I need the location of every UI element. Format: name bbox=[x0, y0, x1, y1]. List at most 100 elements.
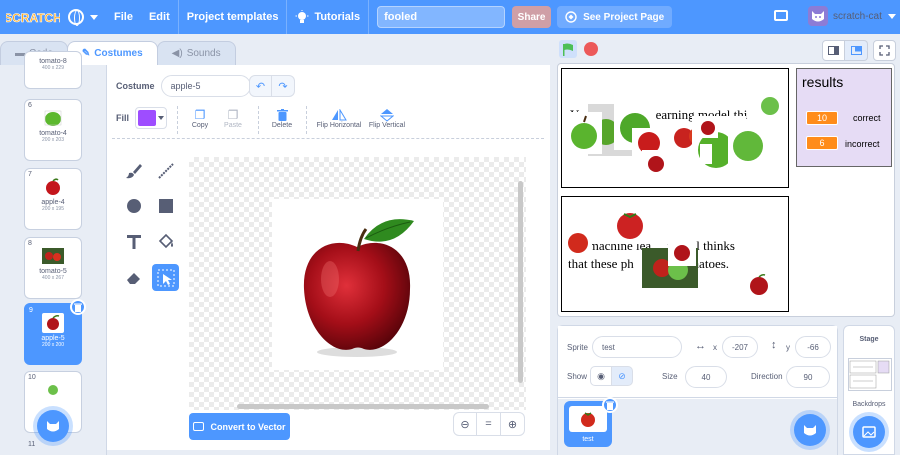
costume-item-selected[interactable]: 9 apple-5 200 x 200 bbox=[24, 299, 86, 365]
stop-button[interactable] bbox=[584, 42, 598, 56]
paint-editor: Costume ↶ ↷ Fill ❐ Copy ❐ Paste Delete F… bbox=[107, 65, 550, 450]
trash-icon bbox=[74, 303, 82, 312]
sprite-tile-selected[interactable]: test bbox=[564, 397, 618, 447]
small-stage-button[interactable] bbox=[822, 40, 845, 61]
fill-tool[interactable] bbox=[152, 228, 179, 255]
backdrop-image-icon bbox=[862, 426, 876, 438]
zoom-out-button[interactable]: ⊖ bbox=[453, 412, 477, 436]
fullscreen-button[interactable] bbox=[873, 40, 896, 61]
costume-name-input[interactable] bbox=[160, 75, 251, 97]
redo-button[interactable]: ↷ bbox=[272, 75, 295, 97]
zoom-in-button[interactable]: ⊕ bbox=[501, 412, 525, 436]
stage-sprite-image[interactable] bbox=[728, 122, 768, 166]
flip-vertical-button[interactable]: Flip Vertical bbox=[366, 107, 408, 129]
backdrops-label: Backdrops bbox=[852, 401, 886, 408]
canvas-vertical-scrollbar[interactable] bbox=[518, 181, 523, 383]
convert-to-vector-label: Convert to Vector bbox=[210, 421, 286, 432]
undo-icon: ↶ bbox=[255, 80, 266, 93]
avatar bbox=[808, 6, 828, 26]
direction-field[interactable]: 90 bbox=[786, 366, 830, 388]
brush-tool[interactable] bbox=[120, 157, 147, 184]
text-icon bbox=[126, 234, 141, 249]
stage-sprite-image[interactable] bbox=[698, 116, 718, 138]
delete-button[interactable]: Delete bbox=[267, 107, 297, 129]
scratch-logo-text: SCRATCH bbox=[6, 11, 60, 25]
line-tool[interactable] bbox=[152, 157, 179, 184]
fill-color-swatch bbox=[138, 110, 156, 126]
costume-item[interactable]: 6 tomato-4 200 x 203 bbox=[24, 99, 82, 161]
copy-button[interactable]: ❐ Copy bbox=[187, 107, 213, 130]
cursor-arrow-icon bbox=[157, 269, 174, 286]
my-stuff-folder-icon[interactable] bbox=[774, 10, 788, 21]
file-menu[interactable]: File bbox=[106, 0, 141, 34]
stage-sprite-image[interactable] bbox=[744, 270, 774, 300]
stage-target-pane[interactable]: Stage Backdrops bbox=[843, 325, 895, 455]
tab-sounds[interactable]: ◀) Sounds bbox=[156, 41, 236, 65]
eraser-tool[interactable] bbox=[120, 264, 147, 291]
stage-sprite-image[interactable] bbox=[564, 228, 592, 256]
see-project-page-button[interactable]: See Project Page bbox=[557, 6, 673, 28]
correct-counter: 10 bbox=[806, 111, 838, 125]
paint-canvas[interactable] bbox=[189, 157, 526, 410]
flip-vertical-label: Flip Vertical bbox=[368, 122, 406, 129]
costume-item[interactable]: tomato-8 400 x 229 bbox=[24, 51, 82, 89]
account-menu[interactable]: scratch-cat bbox=[808, 6, 896, 26]
undo-button[interactable]: ↶ bbox=[249, 75, 272, 97]
x-position-field[interactable]: -207 bbox=[722, 336, 758, 358]
stage-sprite-image[interactable] bbox=[566, 112, 602, 154]
delete-costume-button[interactable] bbox=[70, 299, 86, 315]
add-costume-button[interactable] bbox=[37, 410, 69, 442]
costume-thumbnail bbox=[42, 380, 64, 400]
fill-color-picker[interactable] bbox=[135, 107, 167, 129]
rectangle-tool[interactable] bbox=[152, 192, 179, 219]
circle-tool[interactable] bbox=[120, 192, 147, 219]
show-sprite-button[interactable]: ◉ bbox=[590, 366, 612, 386]
image-icon bbox=[193, 422, 205, 431]
add-backdrop-button[interactable] bbox=[853, 416, 885, 448]
stage-sprite-image[interactable] bbox=[756, 90, 784, 118]
costume-name-label: Costume bbox=[116, 81, 155, 91]
username: scratch-cat bbox=[833, 10, 882, 22]
project-templates-menu[interactable]: Project templates bbox=[179, 0, 287, 34]
size-field[interactable]: 40 bbox=[685, 366, 727, 388]
sprite-info-pane: Sprite test ↔ x -207 ↕ y -66 Show ◉ ⊘ Si… bbox=[557, 325, 838, 455]
green-flag-button[interactable] bbox=[559, 40, 577, 58]
costume-number: 6 bbox=[28, 102, 32, 109]
stage-sprite-image[interactable] bbox=[602, 208, 658, 244]
tutorials-menu[interactable]: Tutorials bbox=[287, 0, 368, 34]
costume-item[interactable]: 7 apple-4 200 x 195 bbox=[24, 168, 82, 230]
normal-stage-button[interactable] bbox=[845, 40, 868, 61]
green-flag-icon bbox=[563, 42, 573, 56]
add-sprite-cat-icon bbox=[804, 425, 816, 436]
edit-menu[interactable]: Edit bbox=[141, 0, 178, 34]
canvas-horizontal-scrollbar[interactable] bbox=[237, 404, 489, 409]
y-position-field[interactable]: -66 bbox=[795, 336, 831, 358]
x-label: x bbox=[713, 343, 717, 352]
costume-item[interactable]: 8 tomato-5 400 x 267 bbox=[24, 237, 82, 299]
stage-sprite-image[interactable] bbox=[642, 150, 670, 176]
select-tool[interactable] bbox=[152, 264, 179, 291]
paste-label: Paste bbox=[224, 122, 242, 129]
convert-to-vector-button[interactable]: Convert to Vector bbox=[189, 413, 290, 440]
hide-sprite-button[interactable]: ⊘ bbox=[611, 366, 633, 386]
sprite-name-field[interactable]: test bbox=[592, 336, 682, 358]
cat-face-icon bbox=[812, 11, 824, 22]
costume-size: 400 x 229 bbox=[42, 65, 64, 71]
small-stage-icon bbox=[828, 46, 839, 55]
circle-icon bbox=[126, 198, 141, 213]
language-menu[interactable] bbox=[60, 0, 106, 34]
flip-vertical-icon bbox=[366, 107, 408, 122]
project-title-input[interactable] bbox=[377, 6, 506, 28]
share-button[interactable]: Share bbox=[512, 6, 552, 28]
paste-button[interactable]: ❐ Paste bbox=[219, 107, 247, 130]
add-sprite-button[interactable] bbox=[794, 414, 826, 446]
stage[interactable]: Yo learning model thi th s results 10 co… bbox=[557, 63, 895, 317]
stage-sprite-image[interactable] bbox=[668, 238, 696, 266]
zoom-reset-button[interactable]: = bbox=[477, 412, 501, 436]
text-tool[interactable] bbox=[120, 228, 147, 255]
scratch-logo[interactable]: SCRATCH bbox=[6, 6, 60, 28]
brush-icon bbox=[125, 163, 142, 178]
delete-sprite-button[interactable] bbox=[602, 397, 618, 413]
costume-size: 200 x 203 bbox=[42, 137, 64, 143]
flip-horizontal-button[interactable]: Flip Horizontal bbox=[314, 107, 364, 129]
